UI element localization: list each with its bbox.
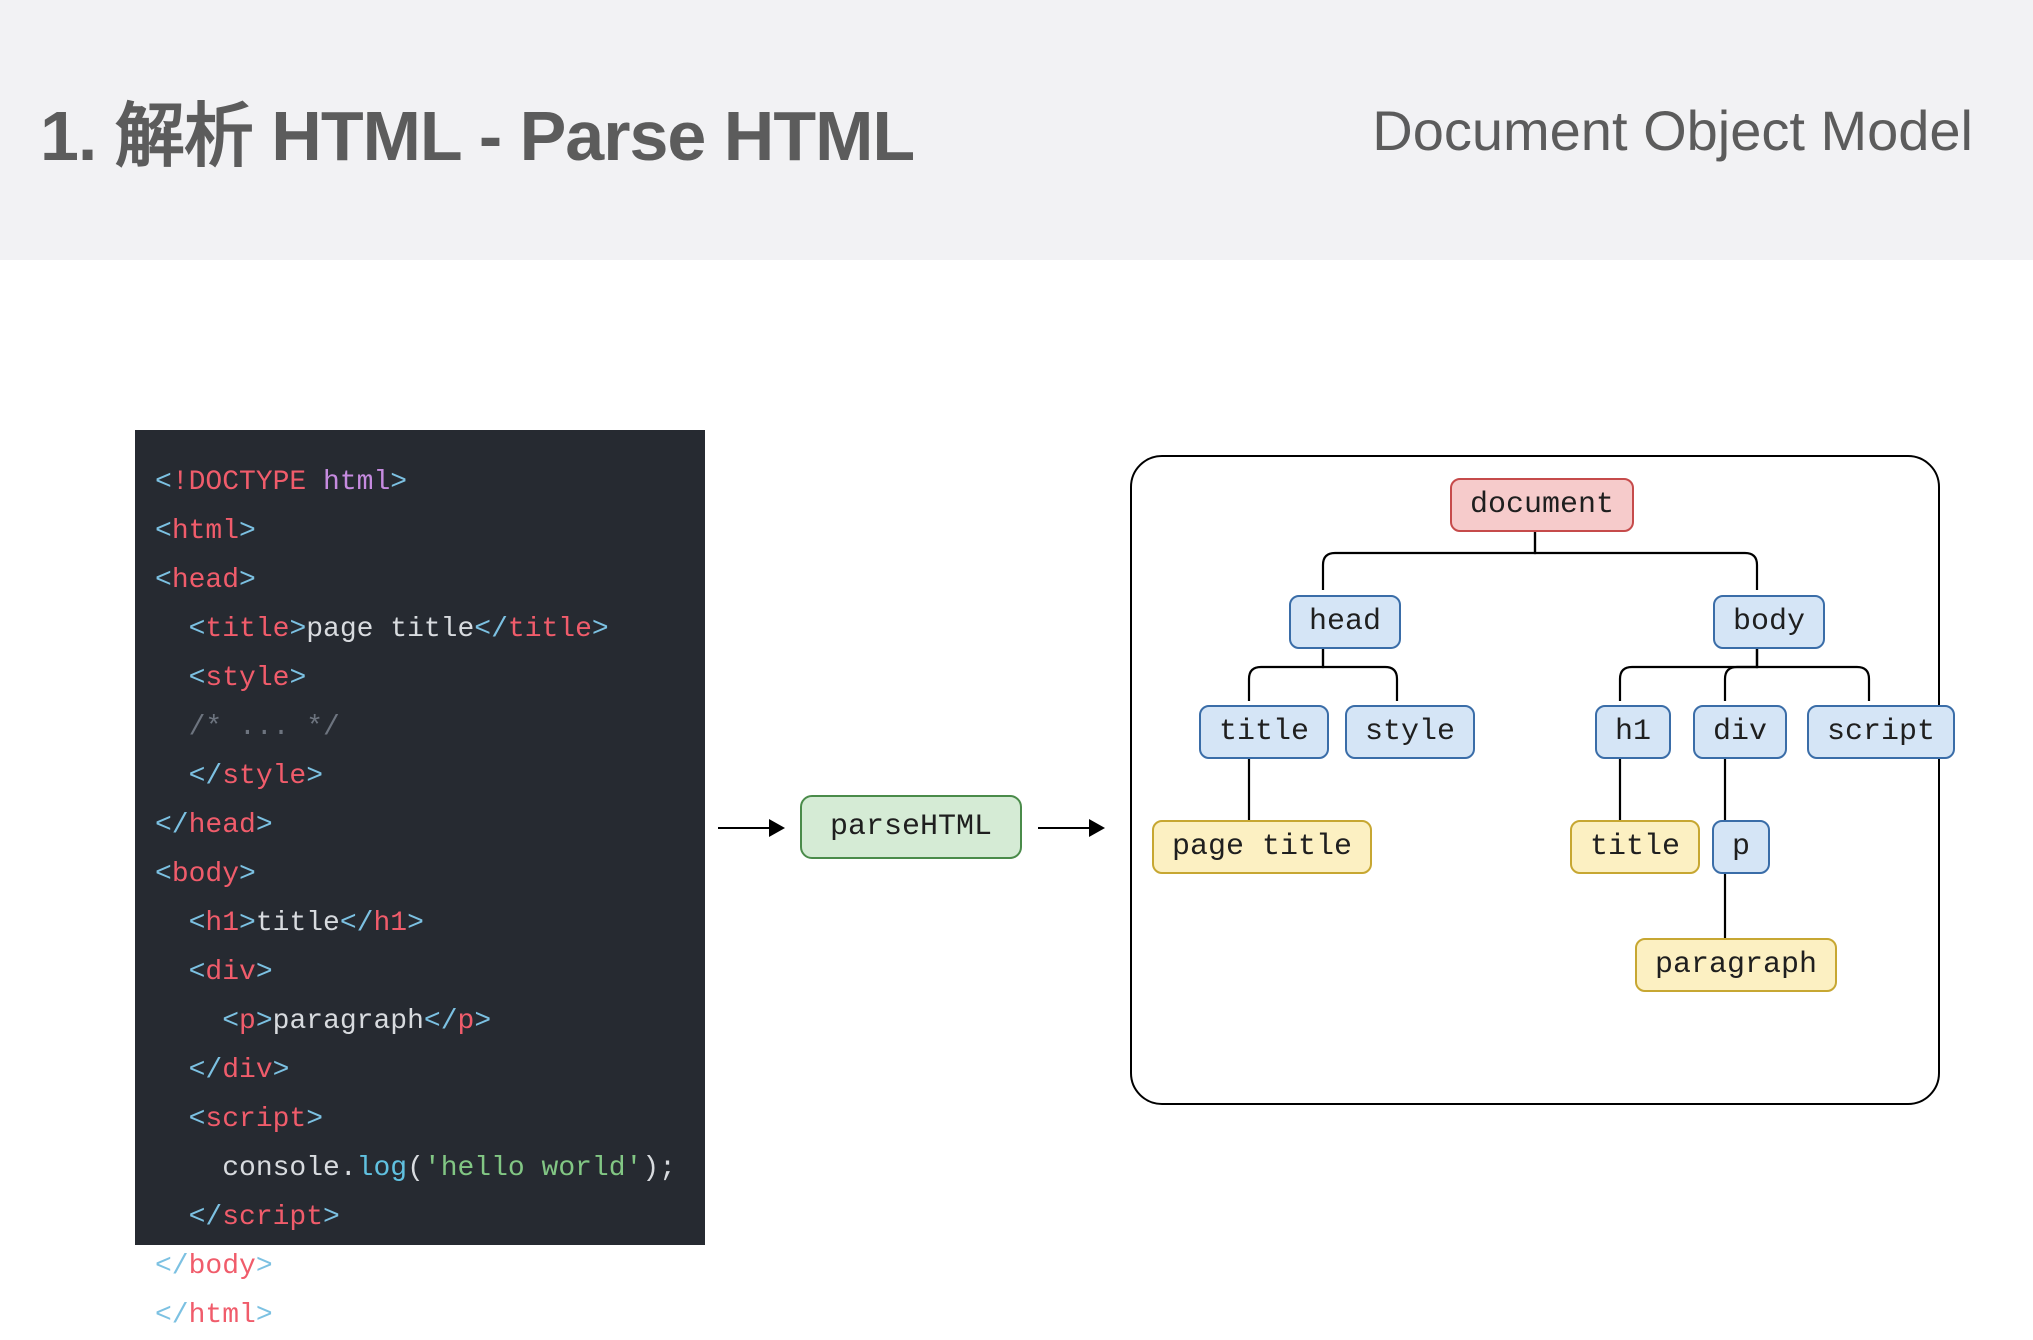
code-tag-body-open: body xyxy=(172,859,239,890)
code-tag-html-open: html xyxy=(172,516,239,547)
arrow-icon xyxy=(718,827,783,829)
tree-node-title-text: title xyxy=(1570,820,1700,874)
parse-html-node: parseHTML xyxy=(800,795,1022,859)
code-tag-title-open: title xyxy=(205,614,289,645)
code-tag-style-open: style xyxy=(205,663,289,694)
code-tag-title-close: title xyxy=(508,614,592,645)
code-doctype: !DOCTYPE xyxy=(172,467,306,498)
tree-node-paragraph: paragraph xyxy=(1635,938,1837,992)
code-comment: /* ... */ xyxy=(189,712,340,743)
slide-content: <!DOCTYPE html> <html> <head> <title>pag… xyxy=(0,260,2033,1305)
tree-node-title: title xyxy=(1199,705,1329,759)
tree-node-p: p xyxy=(1712,820,1770,874)
slide-title-left: 1. 解析 HTML - Parse HTML xyxy=(40,80,914,181)
code-tag-style-close: style xyxy=(222,761,306,792)
arrow-icon xyxy=(1038,827,1103,829)
code-tag-div-open: div xyxy=(205,957,255,988)
code-console-obj: console xyxy=(222,1153,340,1184)
tree-node-body: body xyxy=(1713,595,1825,649)
code-tag-p-open: p xyxy=(239,1006,256,1037)
code-console-fun: log xyxy=(357,1153,407,1184)
code-tag-head-open: head xyxy=(172,565,239,596)
code-text-page-title: page title xyxy=(306,614,474,645)
tree-node-div: div xyxy=(1693,705,1787,759)
code-tag-p-close: p xyxy=(458,1006,475,1037)
code-text-paragraph: paragraph xyxy=(273,1006,424,1037)
code-tag-h1-open: h1 xyxy=(205,908,239,939)
code-tag-h1-close: h1 xyxy=(373,908,407,939)
code-text-title: title xyxy=(256,908,340,939)
tree-node-style: style xyxy=(1345,705,1475,759)
code-doctype-html: html xyxy=(323,467,390,498)
tree-node-page-title: page title xyxy=(1152,820,1372,874)
tree-node-head: head xyxy=(1289,595,1401,649)
code-console-string: 'hello world' xyxy=(424,1153,642,1184)
tree-connectors xyxy=(1130,455,1940,1105)
code-tag-div-close: div xyxy=(222,1055,272,1086)
tree-node-script: script xyxy=(1807,705,1955,759)
code-tag-body-close: body xyxy=(189,1251,256,1282)
code-tag-head-close: head xyxy=(189,810,256,841)
tree-node-document: document xyxy=(1450,478,1634,532)
code-tag-script-close: script xyxy=(222,1202,323,1233)
tree-node-h1: h1 xyxy=(1595,705,1671,759)
html-source-code: <!DOCTYPE html> <html> <head> <title>pag… xyxy=(135,430,705,1245)
slide-title-right: Document Object Model xyxy=(1372,98,1973,163)
slide-header: 1. 解析 HTML - Parse HTML Document Object … xyxy=(0,0,2033,260)
code-tag-script-open: script xyxy=(205,1104,306,1135)
